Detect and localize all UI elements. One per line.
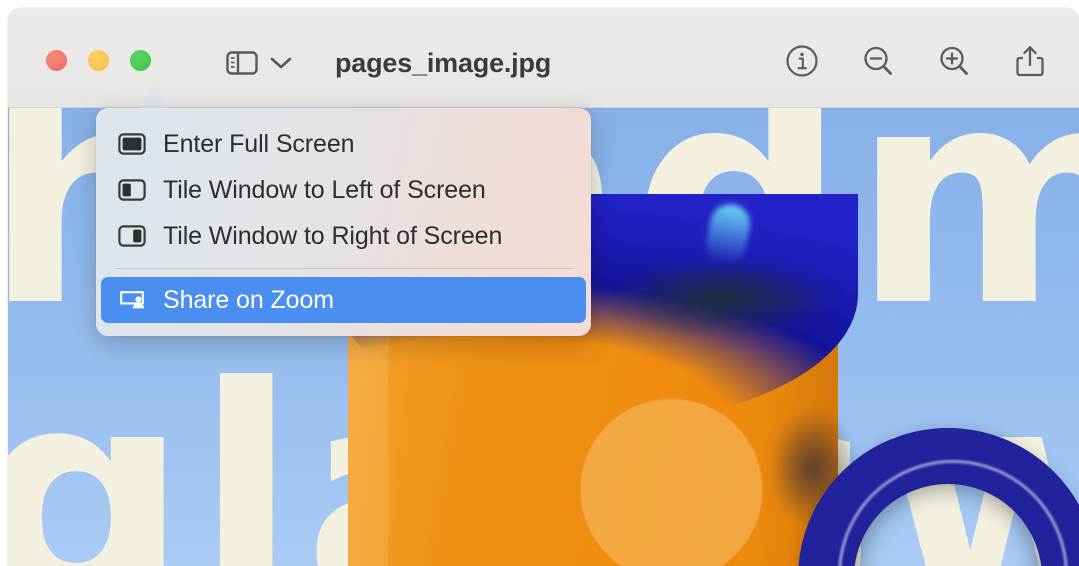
share-icon[interactable] [1013, 44, 1047, 78]
sidebar-icon [226, 51, 258, 75]
menu-item-enter-full-screen[interactable]: Enter Full Screen [101, 121, 586, 167]
screenshot-root: pages_image.jpg Enter Full Screen Tile W… [0, 0, 1079, 566]
share-screen-person-icon [120, 291, 145, 309]
menu-item-label: Enter Full Screen [163, 129, 355, 158]
menu-item-label: Share on Zoom [163, 285, 335, 314]
window-menu: Enter Full Screen Tile Window to Left of… [96, 108, 591, 336]
toolbar [785, 44, 1047, 78]
preview-window: pages_image.jpg Enter Full Screen Tile W… [8, 8, 1079, 566]
window-titlebar: pages_image.jpg [8, 8, 1079, 108]
tile-left-icon [118, 179, 146, 201]
zoom-in-icon[interactable] [937, 44, 971, 78]
menu-item-label: Tile Window to Right of Screen [163, 221, 503, 250]
menu-item-tile-right[interactable]: Tile Window to Right of Screen [101, 213, 586, 259]
zoom-button[interactable] [130, 50, 151, 71]
traffic-light-group [46, 50, 151, 71]
menu-item-share-on-zoom[interactable]: Share on Zoom [101, 277, 586, 323]
tile-right-icon [118, 225, 146, 247]
info-icon[interactable] [785, 44, 819, 78]
minimize-button[interactable] [88, 50, 109, 71]
sidebar-toggle-button[interactable] [225, 46, 292, 80]
close-button[interactable] [46, 50, 67, 71]
menu-separator [114, 268, 573, 269]
zoom-out-icon[interactable] [861, 44, 895, 78]
chevron-down-icon [270, 57, 292, 69]
menu-item-label: Tile Window to Left of Screen [163, 175, 486, 204]
window-title: pages_image.jpg [335, 48, 552, 78]
menu-item-tile-left[interactable]: Tile Window to Left of Screen [101, 167, 586, 213]
full-screen-icon [118, 133, 146, 155]
mug-rim-shadow [608, 258, 838, 338]
